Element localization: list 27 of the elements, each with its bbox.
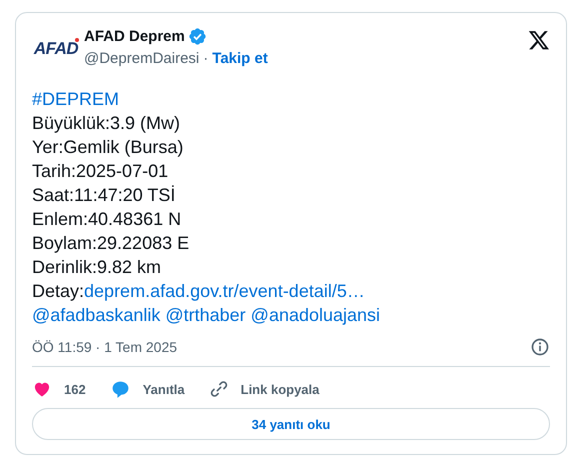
read-replies-button[interactable]: 34 yanıtı oku: [32, 408, 550, 440]
timestamp[interactable]: ÖÖ 11:59 · 1 Tem 2025: [32, 339, 178, 355]
link-icon[interactable]: [208, 379, 229, 399]
afad-logo[interactable]: AFAD: [32, 25, 80, 73]
follow-link[interactable]: Takip et: [212, 50, 268, 67]
text-link[interactable]: @trthaber: [165, 305, 246, 325]
tweet-text: Derinlik:9.82 km: [32, 257, 162, 277]
author-handle[interactable]: @DepremDairesi: [84, 50, 200, 67]
tweet-text: Detay:: [32, 281, 84, 301]
author-name[interactable]: AFAD Deprem: [84, 28, 185, 45]
text-link[interactable]: #DEPREM: [32, 89, 120, 109]
speech-bubble-icon[interactable]: [110, 378, 131, 400]
text-link[interactable]: deprem.afad.gov.tr/event-detail/5…: [84, 281, 365, 301]
tweet-text: Tarih:2025-07-01: [32, 161, 168, 181]
tweet-text: Büyüklük:3.9 (Mw): [32, 113, 180, 133]
tweet-text: Yer:Gemlik (Bursa): [32, 137, 184, 157]
tweet-text: Enlem:40.48361 N: [32, 209, 182, 229]
tweet-text: Boylam:29.22083 E: [32, 233, 190, 253]
text-link[interactable]: @anadoluajansi: [250, 305, 380, 325]
action-label[interactable]: Link kopyala: [240, 382, 320, 396]
separator-dot: ·: [203, 50, 208, 67]
action-label[interactable]: Yanıtla: [142, 382, 185, 396]
tweet-text: Saat:11:47:20 TSİ: [32, 185, 176, 205]
text-link[interactable]: @afadbaskanlik: [32, 305, 160, 325]
action-label[interactable]: 162: [64, 382, 86, 396]
x-logo-icon[interactable]: [528, 29, 550, 51]
info-icon[interactable]: [530, 337, 550, 357]
